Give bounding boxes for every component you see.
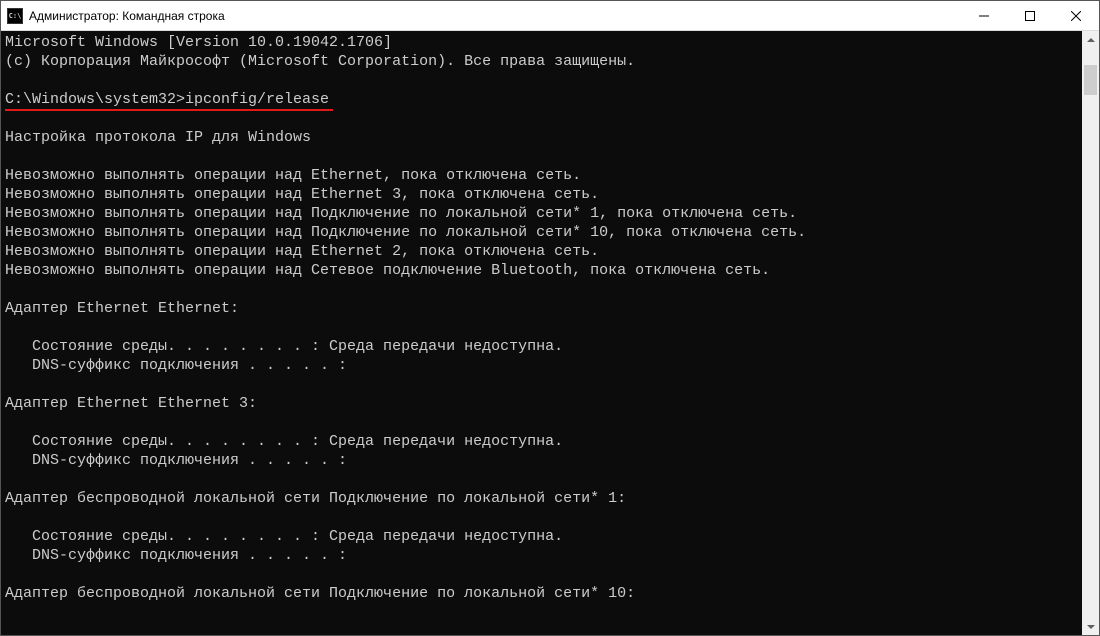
output-line: Невозможно выполнять операции над Сетево… <box>5 262 770 279</box>
entered-command: ipconfig/release <box>185 91 329 108</box>
output-line: Невозможно выполнять операции над Подклю… <box>5 224 806 241</box>
window-title: Администратор: Командная строка <box>29 9 961 23</box>
console-output[interactable]: Microsoft Windows [Version 10.0.19042.17… <box>1 31 1082 635</box>
command-line: C:\Windows\system32>ipconfig/release <box>5 90 329 109</box>
minimize-button[interactable] <box>961 1 1007 30</box>
close-button[interactable] <box>1053 1 1099 30</box>
output-line: Состояние среды. . . . . . . . : Среда п… <box>5 338 563 355</box>
prompt-text: C:\Windows\system32> <box>5 91 185 108</box>
red-underline-annotation <box>5 109 333 111</box>
output-line: Настройка протокола IP для Windows <box>5 129 311 146</box>
output-line: Невозможно выполнять операции над Подклю… <box>5 205 797 222</box>
maximize-button[interactable] <box>1007 1 1053 30</box>
adapter-heading: Адаптер Ethernet Ethernet 3: <box>5 395 257 412</box>
maximize-icon <box>1025 11 1035 21</box>
window-frame: C:\ Администратор: Командная строка Micr… <box>0 0 1100 636</box>
adapter-heading: Адаптер беспроводной локальной сети Подк… <box>5 585 635 602</box>
output-line: Невозможно выполнять операции над Ethern… <box>5 186 599 203</box>
vertical-scrollbar[interactable] <box>1082 31 1099 635</box>
console-container: Microsoft Windows [Version 10.0.19042.17… <box>1 31 1099 635</box>
cmd-icon: C:\ <box>7 8 23 24</box>
adapter-heading: Адаптер Ethernet Ethernet: <box>5 300 239 317</box>
chevron-down-icon <box>1087 625 1095 629</box>
output-line: Состояние среды. . . . . . . . : Среда п… <box>5 528 563 545</box>
titlebar[interactable]: C:\ Администратор: Командная строка <box>1 1 1099 31</box>
output-line: (c) Корпорация Майкрософт (Microsoft Cor… <box>5 53 635 70</box>
window-controls <box>961 1 1099 30</box>
scrollbar-thumb[interactable] <box>1084 65 1097 95</box>
scrollbar-up-button[interactable] <box>1082 31 1099 48</box>
output-line: DNS-суффикс подключения . . . . . : <box>5 547 347 564</box>
scrollbar-down-button[interactable] <box>1082 618 1099 635</box>
adapter-heading: Адаптер беспроводной локальной сети Подк… <box>5 490 626 507</box>
output-line: Microsoft Windows [Version 10.0.19042.17… <box>5 34 392 51</box>
output-line: DNS-суффикс подключения . . . . . : <box>5 452 347 469</box>
minimize-icon <box>979 11 989 21</box>
output-line: Состояние среды. . . . . . . . : Среда п… <box>5 433 563 450</box>
output-line: Невозможно выполнять операции над Ethern… <box>5 167 581 184</box>
output-line: DNS-суффикс подключения . . . . . : <box>5 357 347 374</box>
output-line: Невозможно выполнять операции над Ethern… <box>5 243 599 260</box>
scrollbar-track[interactable] <box>1082 48 1099 618</box>
close-icon <box>1071 11 1081 21</box>
chevron-up-icon <box>1087 38 1095 42</box>
